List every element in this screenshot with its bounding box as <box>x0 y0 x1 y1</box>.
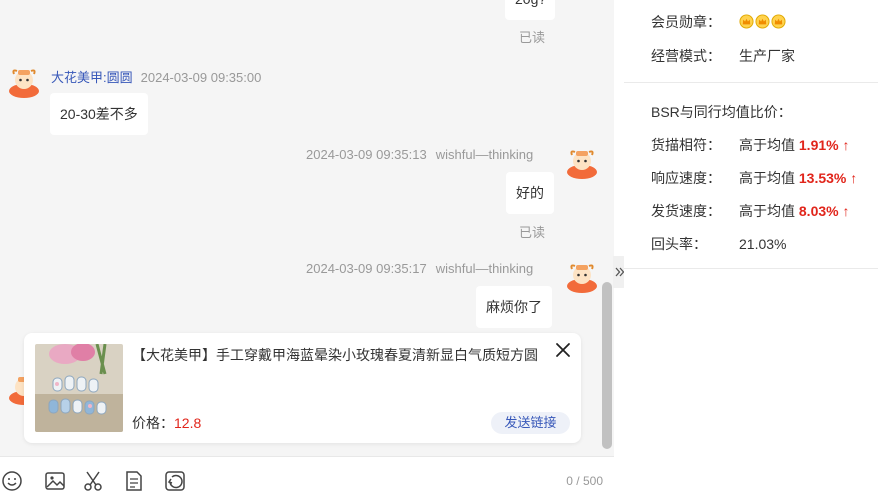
business-mode-row: 经营模式： 生产厂家 <box>651 46 795 66</box>
product-title[interactable]: 【大花美甲】手工穿戴甲海蓝晕染小玫瑰春夏清新显白气质短方圆 <box>132 343 552 367</box>
crown-badge-icon <box>739 14 754 29</box>
metric-value: 13.53% <box>798 170 847 186</box>
repeat-rate-label: 回头率： <box>651 236 707 252</box>
char-counter: 0 / 500 <box>566 474 603 488</box>
metric-label: 货描相符： <box>651 137 721 153</box>
sender-name: wishful—thinking <box>435 147 534 162</box>
price-value: 12.8 <box>174 415 202 431</box>
product-card[interactable]: 【大花美甲】手工穿戴甲海蓝晕染小玫瑰春夏清新显白气质短方圆 价格：12.8 发送… <box>24 333 581 443</box>
message-meta: 2024-03-09 09:35:17 wishful—thinking <box>306 261 533 276</box>
price-label: 价格： <box>132 415 174 431</box>
divider <box>624 82 878 83</box>
close-icon[interactable] <box>554 341 572 359</box>
emoji-icon[interactable] <box>1 470 23 492</box>
member-badges <box>739 14 787 30</box>
shop-avatar[interactable] <box>8 66 40 98</box>
product-image <box>35 344 123 432</box>
message-bubble: 20g? <box>505 0 555 20</box>
message-meta: 2024-03-09 09:35:13 wishful—thinking <box>306 147 533 162</box>
scissors-icon[interactable] <box>82 470 104 492</box>
metric-text: 高于均值 <box>739 137 795 153</box>
message-bubble: 好的 <box>506 172 554 214</box>
metric-text: 高于均值 <box>739 203 795 219</box>
business-mode-label: 经营模式： <box>651 48 721 64</box>
product-thumbnail[interactable] <box>35 344 123 432</box>
read-status: 已读 <box>519 225 546 240</box>
document-icon[interactable] <box>123 470 145 492</box>
message-time: 2024-03-09 09:35:13 <box>306 147 427 162</box>
message-time: 2024-03-09 09:35:17 <box>306 261 427 276</box>
user-avatar[interactable] <box>566 261 598 293</box>
arrow-up-icon: ↑ <box>842 137 850 153</box>
history-icon[interactable] <box>164 470 186 492</box>
user-avatar[interactable] <box>566 147 598 179</box>
member-badge-row: 会员勋章： <box>651 12 787 32</box>
crown-badge-icon <box>755 14 770 29</box>
sender-name: wishful—thinking <box>435 261 534 276</box>
metric-row-response: 响应速度： 高于均值 13.53% ↑ <box>651 168 857 188</box>
metric-value: 8.03% <box>798 203 839 219</box>
chat-pane[interactable]: 20g? 已读 大花美甲:圆圆 2024-03-09 09:35:00 20-30… <box>0 0 614 494</box>
image-icon[interactable] <box>44 470 66 492</box>
message-bubble: 20-30差不多 <box>50 93 148 135</box>
metric-row-description: 货描相符： 高于均值 1.91% ↑ <box>651 135 849 155</box>
read-status: 已读 <box>519 30 546 45</box>
sender-name[interactable]: 大花美甲:圆圆 <box>51 70 133 85</box>
input-toolbar: 0 / 500 <box>0 456 614 494</box>
metric-label: 发货速度： <box>651 203 721 219</box>
message-time: 2024-03-09 09:35:00 <box>140 70 262 85</box>
message-bubble: 麻烦你了 <box>476 286 552 328</box>
send-link-button[interactable]: 发送链接 <box>491 412 570 434</box>
repeat-rate-row: 回头率： 21.03% <box>651 234 786 254</box>
message-meta: 大花美甲:圆圆 2024-03-09 09:35:00 <box>51 67 261 86</box>
divider <box>624 268 878 269</box>
metric-text: 高于均值 <box>739 170 795 186</box>
product-price: 价格：12.8 <box>132 413 201 433</box>
metric-label: 响应速度： <box>651 170 721 186</box>
crown-badge-icon <box>771 14 786 29</box>
scrollbar-thumb[interactable] <box>602 282 612 449</box>
arrow-up-icon: ↑ <box>842 203 850 219</box>
metric-row-shipping: 发货速度： 高于均值 8.03% ↑ <box>651 201 849 221</box>
business-mode-value: 生产厂家 <box>739 48 795 64</box>
repeat-rate-value: 21.03% <box>739 236 787 252</box>
metric-value: 1.91% <box>798 137 839 153</box>
arrow-up-icon: ↑ <box>850 170 858 186</box>
bsr-title: BSR与同行均值比价： <box>651 104 792 120</box>
shop-info-panel: 会员勋章： 经营模式： 生产厂家 BSR与同行均值比价： 货描相符： 高于均值 1.… <box>624 0 878 494</box>
member-badge-label: 会员勋章： <box>651 14 721 30</box>
